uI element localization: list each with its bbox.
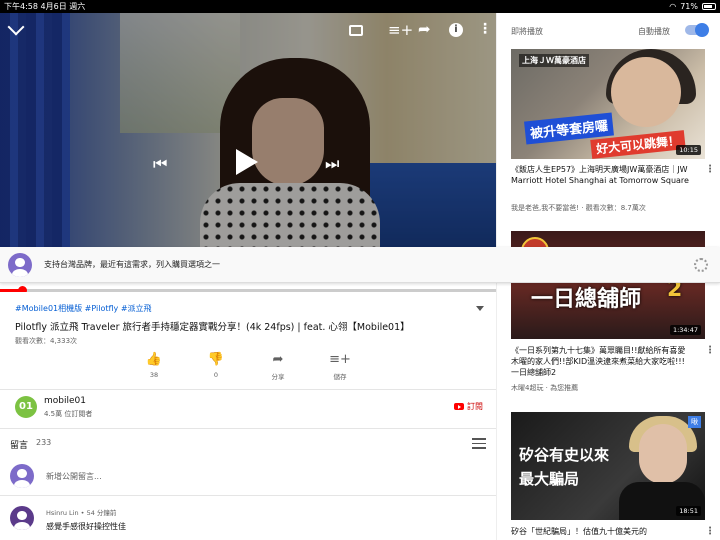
autoplay-toggle[interactable] (685, 23, 709, 37)
like-button[interactable]: 👍 38 (126, 352, 182, 379)
divider (0, 428, 496, 429)
share-arrow-icon[interactable]: ➦ (418, 22, 431, 37)
loading-spinner-icon (694, 258, 708, 272)
share-label: 分享 (271, 373, 285, 381)
thumb-text: 矽谷有史以來 (519, 446, 610, 464)
share-button[interactable]: ➦ 分享 (250, 352, 306, 381)
save-playlist-icon: ≡+ (329, 352, 351, 367)
video-player[interactable]: ≡+ ➦ i ⋮ ⏮ ⏭ (0, 13, 496, 247)
battery-percent: 71% (680, 2, 698, 11)
comment-text: 感覺手感很好操控性佳 (46, 522, 126, 531)
status-bar: 下午4:58 4月6日 週六 ◠ 71% (0, 0, 720, 13)
more-options-icon[interactable]: ⋮ (705, 345, 715, 356)
video-duration: 1:34:47 (669, 325, 701, 335)
thumb-figure-face (611, 57, 681, 127)
divider (0, 389, 496, 390)
save-button[interactable]: ≡+ 儲存 (312, 352, 368, 381)
video-thumbnail[interactable]: 矽谷有史以來 最大騙局 啾 18:51 (511, 412, 705, 520)
expand-description-icon[interactable] (476, 306, 484, 311)
view-count: 觀看次數：4,333次 (15, 337, 78, 345)
video-duration: 10:15 (676, 145, 701, 155)
more-options-icon[interactable]: ⋮ (705, 164, 715, 175)
more-options-icon[interactable]: ⋮ (478, 22, 492, 36)
related-video-title[interactable]: 矽谷「世紀騙局」！估值九十億美元的 (511, 526, 691, 537)
more-options-icon[interactable]: ⋮ (705, 526, 715, 537)
subscribe-label: 訂閱 (467, 402, 483, 411)
wifi-icon: ◠ (669, 2, 677, 11)
action-bar: 👍 38 👎 0 ➦ 分享 ≡+ 儲存 (126, 352, 376, 384)
related-video-title[interactable]: 《一日系列第九十七集》萬眾矚目!!獻給所有喜愛木曜的家人們!!部KID溫泱逮來煮… (511, 345, 691, 378)
related-video-title[interactable]: 《飯店人生EP57》上海明天廣場JW萬豪酒店｜JW Marriott Hotel… (511, 164, 691, 186)
hashtag-link[interactable]: #Mobile01相機版 (15, 304, 82, 313)
thumbs-down-icon: 👎 (207, 352, 225, 367)
comment-author-time: Hsinru Lin • 54 分鐘前 (46, 509, 117, 517)
thumb-text: 一日總舖師 (531, 287, 642, 312)
like-count: 38 (149, 371, 159, 379)
hashtag-link[interactable]: #派立飛 (121, 304, 152, 313)
youtube-app-screen: 下午4:58 4月6日 週六 ◠ 71% ≡+ ➦ i ⋮ ⏮ ⏭ 支持台灣品牌… (0, 0, 720, 540)
related-video-meta: 我是老爸,我不要當爸! · 觀看次數：8.7萬次 (511, 204, 646, 212)
thumb-text: 上海ＪＷ萬豪酒店 (519, 54, 589, 67)
related-video-meta: 木曜4超玩 · 為您推薦 (511, 384, 579, 392)
avatar (10, 506, 34, 530)
dislike-count: 0 (213, 371, 219, 379)
battery-icon (702, 3, 716, 10)
thumb-text: 最大騙局 (519, 470, 580, 488)
avatar (10, 464, 34, 488)
autoplay-label: 自動播放 (638, 27, 670, 36)
video-info-panel: #Mobile01相機版 #Pilotfly #派立飛 Pilotfly 派立飛… (0, 292, 496, 540)
info-icon[interactable]: i (449, 23, 463, 37)
thumb-badge: 啾 (688, 416, 701, 428)
channel-avatar[interactable]: 01 (15, 396, 37, 418)
save-label: 儲存 (333, 373, 347, 381)
next-icon[interactable]: ⏭ (325, 156, 339, 172)
youtube-logo-icon (454, 403, 464, 410)
thumb-figure-face (639, 424, 687, 484)
up-next-label: 即將播放 (511, 27, 543, 36)
hashtag-link[interactable]: #Pilotfly (85, 304, 119, 313)
divider (0, 495, 496, 496)
avatar (8, 253, 32, 277)
add-comment-input[interactable]: 新增公開留言... (46, 471, 102, 482)
video-duration: 18:51 (676, 506, 701, 516)
channel-name[interactable]: mobile01 (44, 396, 86, 406)
player-overlay (0, 13, 496, 247)
sort-comments-icon[interactable] (472, 438, 486, 449)
play-icon[interactable] (236, 149, 258, 175)
cast-icon[interactable] (349, 25, 363, 36)
thumbs-up-icon: 👍 (145, 352, 163, 367)
status-time-date: 下午4:58 4月6日 週六 (4, 2, 86, 11)
subscribe-button[interactable]: 訂閱 (454, 401, 483, 412)
subscriber-count: 4.5萬 位訂閱者 (44, 410, 93, 418)
add-to-queue-icon[interactable]: ≡+ (388, 23, 413, 38)
video-title: Pilotfly 派立飛 Traveler 旅行者手持穩定器實戰分享！(4k 2… (15, 322, 410, 333)
comments-count: 233 (36, 438, 52, 447)
comments-heading: 留言 (10, 441, 29, 451)
hashtags: #Mobile01相機版 #Pilotfly #派立飛 (15, 303, 152, 314)
share-icon: ➦ (272, 352, 284, 367)
previous-icon[interactable]: ⏮ (153, 156, 167, 172)
notification-banner[interactable]: 支持台灣品牌，最近有這需求，列入購買選項之一 (0, 247, 720, 283)
dislike-button[interactable]: 👎 0 (188, 352, 244, 379)
video-thumbnail[interactable]: 上海ＪＷ萬豪酒店 被升等套房囉 好大可以跳舞！ 10:15 (511, 49, 705, 159)
status-right: ◠ 71% (669, 0, 716, 13)
banner-text: 支持台灣品牌，最近有這需求，列入購買選項之一 (44, 260, 220, 269)
